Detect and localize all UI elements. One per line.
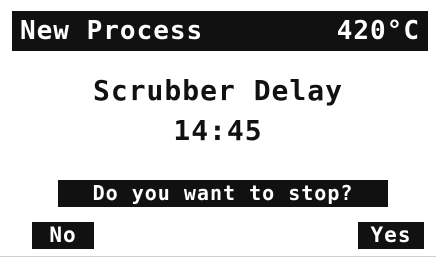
bottom-divider	[0, 256, 436, 257]
temperature-readout: 420°C	[336, 16, 420, 46]
screen-title: New Process	[20, 16, 204, 46]
no-button[interactable]: No	[32, 222, 94, 249]
lcd-screen: New Process 420°C Scrubber Delay 14:45 D…	[0, 0, 436, 259]
process-timer: 14:45	[173, 114, 263, 147]
yes-button[interactable]: Yes	[358, 222, 424, 249]
header-bar: New Process 420°C	[12, 11, 428, 51]
process-name: Scrubber Delay	[92, 74, 343, 107]
stop-confirmation-prompt: Do you want to stop?	[58, 180, 388, 207]
